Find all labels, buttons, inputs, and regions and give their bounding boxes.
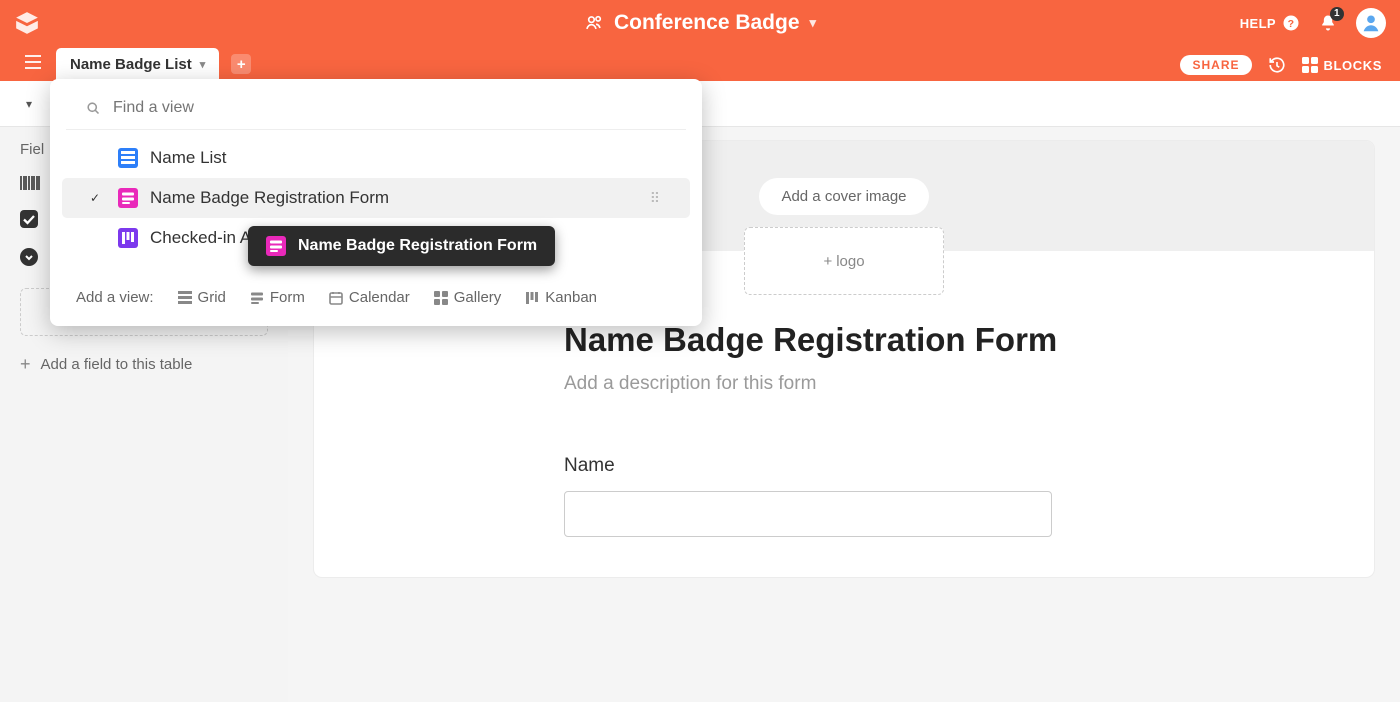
history-icon[interactable]: [1268, 56, 1286, 74]
form-view-icon: [266, 236, 286, 256]
drag-preview-tooltip: Name Badge Registration Form: [248, 226, 555, 266]
avatar[interactable]: [1356, 8, 1386, 38]
add-view-grid[interactable]: Grid: [178, 289, 226, 306]
form-title[interactable]: Name Badge Registration Form: [564, 321, 1124, 359]
form-field-name-input[interactable]: [564, 491, 1052, 537]
add-field-button[interactable]: + Add a field to this table: [20, 354, 268, 375]
hamburger-icon[interactable]: [18, 49, 48, 75]
view-item-label: Name List: [150, 148, 227, 168]
chevron-down-icon: ▾: [810, 15, 817, 31]
people-icon: [584, 13, 604, 33]
view-search-input[interactable]: [113, 99, 666, 117]
form-description-placeholder[interactable]: Add a description for this form: [564, 373, 1124, 395]
add-view-row: Add a view: Grid Form Calendar Gallery K…: [50, 272, 702, 312]
help-icon: ?: [1282, 14, 1300, 32]
drag-preview-label: Name Badge Registration Form: [298, 237, 537, 255]
check-icon: ✓: [90, 191, 106, 205]
base-title-wrap[interactable]: Conference Badge ▾: [584, 11, 816, 35]
add-cover-button[interactable]: Add a cover image: [759, 178, 928, 215]
help-button[interactable]: HELP ?: [1240, 14, 1300, 32]
add-view-label: Add a view:: [76, 289, 154, 306]
svg-text:?: ?: [1288, 18, 1295, 30]
notification-badge: 1: [1330, 7, 1344, 21]
add-view-calendar[interactable]: Calendar: [329, 289, 410, 306]
base-title: Conference Badge: [614, 11, 800, 35]
add-table-button[interactable]: +: [231, 54, 251, 74]
form-view-icon: [118, 188, 138, 208]
add-view-gallery[interactable]: Gallery: [434, 289, 502, 306]
blocks-button[interactable]: BLOCKS: [1302, 57, 1383, 73]
table-tabbar: Name Badge List ▾ + SHARE BLOCKS: [0, 46, 1400, 81]
kanban-view-icon: [118, 228, 138, 248]
logo-icon[interactable]: [14, 10, 40, 36]
blocks-icon: [1302, 57, 1318, 73]
add-view-kanban[interactable]: Kanban: [525, 289, 597, 306]
grid-view-icon: [118, 148, 138, 168]
share-button[interactable]: SHARE: [1180, 55, 1251, 75]
view-item-label: Name Badge Registration Form: [150, 188, 389, 208]
checkbox-icon: [20, 210, 40, 228]
single-select-icon: [20, 248, 40, 266]
view-item-registration-form[interactable]: ✓ Name Badge Registration Form ⠿: [62, 178, 690, 218]
search-icon: [86, 101, 101, 116]
view-switcher-popover: Name List ✓ Name Badge Registration Form…: [50, 79, 702, 326]
drag-handle-icon[interactable]: ⠿: [650, 190, 662, 207]
collapse-sidebar-button[interactable]: ▾: [12, 87, 46, 121]
form-field-label-name: Name: [564, 455, 1124, 477]
barcode-icon: [20, 176, 40, 190]
app-header: Conference Badge ▾ HELP ? 1: [0, 0, 1400, 46]
view-item-name-list[interactable]: Name List: [62, 138, 690, 178]
plus-icon: +: [20, 354, 31, 375]
add-view-form[interactable]: Form: [250, 289, 305, 306]
add-logo-dropzone[interactable]: + logo: [744, 227, 944, 295]
user-icon: [1360, 12, 1382, 34]
table-tab-label: Name Badge List: [70, 56, 192, 73]
notifications-button[interactable]: 1: [1318, 13, 1338, 33]
chevron-down-icon: ▾: [200, 58, 206, 71]
table-tab-active[interactable]: Name Badge List ▾: [56, 48, 219, 81]
